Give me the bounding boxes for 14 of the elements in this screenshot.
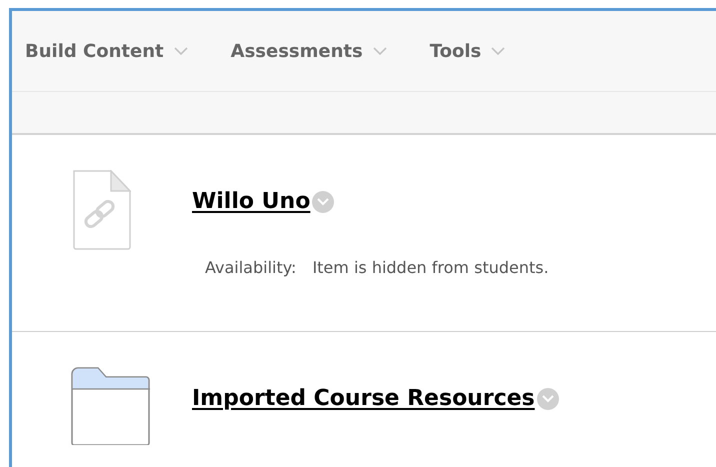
chevron-down-icon (174, 46, 188, 56)
options-menu-icon[interactable] (312, 190, 334, 212)
menu-button[interactable]: Tools (430, 40, 506, 62)
menu-button[interactable]: Build Content (25, 40, 188, 62)
folder-icon (71, 366, 151, 445)
link-file-icon (73, 170, 131, 250)
item-title-link[interactable]: Willo Uno (192, 189, 310, 214)
menu-button[interactable]: Assessments (230, 40, 387, 62)
chevron-down-icon (491, 46, 506, 56)
chevron-down-icon (372, 46, 387, 56)
options-menu-icon[interactable] (536, 388, 559, 410)
item-title-link[interactable]: Imported Course Resources (192, 386, 535, 411)
detail-label: Availability: (205, 258, 296, 277)
detail-value: Item is hidden from students. (312, 258, 549, 277)
